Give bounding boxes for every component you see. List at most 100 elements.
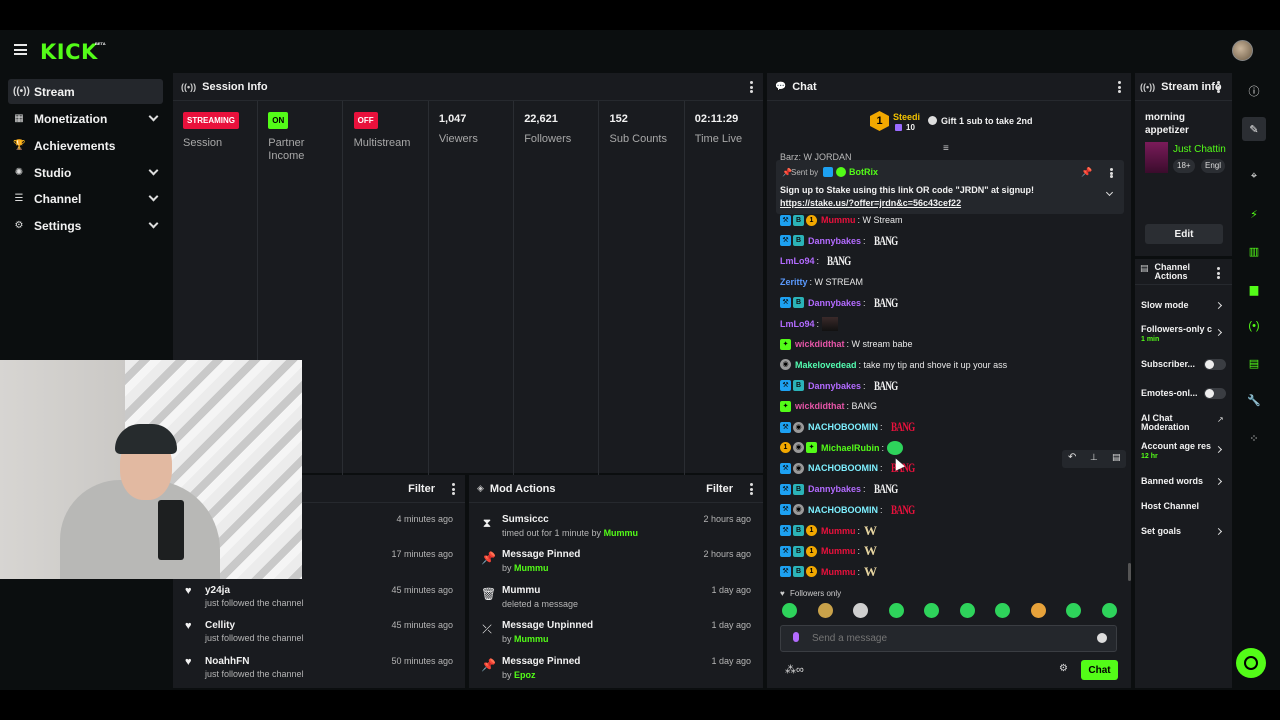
pin-message-icon[interactable]: ⊥ — [1090, 452, 1098, 463]
menu-icon[interactable] — [14, 44, 27, 55]
toggle-switch[interactable] — [1204, 359, 1226, 370]
bang-emote[interactable]: BANG — [874, 233, 898, 249]
bang-emote[interactable]: BANG — [874, 295, 898, 311]
channel-action-followers-only-c[interactable]: Followers-only c — [1141, 325, 1213, 334]
chevron-down-icon[interactable] — [148, 218, 159, 229]
user-badge-icon[interactable]: ⚒ — [780, 566, 791, 578]
chat-menu-icon[interactable] — [1118, 81, 1121, 93]
channel-action-set-goals[interactable]: Set goals — [1141, 527, 1213, 536]
quick-emote-icon[interactable] — [817, 603, 833, 618]
kick-logo[interactable]: KICK — [40, 40, 98, 64]
chat-username[interactable]: Dannybakes — [808, 298, 861, 308]
sidebar-item-achievements[interactable]: 🏆 Achievements — [8, 133, 163, 158]
user-badge-icon[interactable]: ◉ — [793, 442, 804, 454]
chat-username[interactable]: Dannybakes — [808, 484, 861, 494]
stream-info-menu-icon[interactable] — [1217, 81, 1220, 93]
pinned-menu-icon[interactable] — [1110, 168, 1113, 178]
image-emote[interactable] — [822, 316, 839, 331]
chat-username[interactable]: Zeritty — [780, 277, 808, 287]
user-badge-icon[interactable]: B — [793, 380, 804, 392]
user-badge-icon[interactable]: ◉ — [793, 462, 804, 474]
chat-icon[interactable]: ▆ — [1245, 280, 1263, 298]
user-badge-icon[interactable]: ⚒ — [780, 504, 791, 516]
sidebar-item-stream[interactable]: ((•)) Stream — [8, 79, 163, 104]
chat-scrollbar[interactable] — [1128, 563, 1131, 581]
user-badge-icon[interactable]: ⚒ — [780, 214, 791, 226]
channel-action-slow-mode[interactable]: Slow mode — [1141, 301, 1213, 310]
mod-action-title[interactable]: Message Unpinned — [502, 620, 593, 631]
edit-icon[interactable]: ✎ — [1242, 117, 1266, 141]
channel-action-subscriber[interactable]: Subscriber... — [1141, 360, 1213, 369]
wrench-icon[interactable]: 🔧 — [1245, 391, 1263, 409]
user-badge-icon[interactable]: ⚒ — [780, 297, 791, 309]
user-badge-icon[interactable]: ✦ — [780, 400, 791, 412]
bang-red-emote[interactable]: BANG — [891, 419, 915, 435]
chat-username[interactable]: LmLo94 — [780, 319, 815, 329]
user-badge-icon[interactable]: ◉ — [780, 359, 791, 371]
user-badge-icon[interactable]: B — [793, 235, 804, 247]
w-emote[interactable]: W — [864, 564, 877, 580]
user-badge-icon[interactable]: ✦ — [806, 442, 817, 454]
crosshair-icon[interactable]: ⌖ — [1245, 167, 1263, 185]
user-badge-icon[interactable]: B — [793, 483, 804, 495]
user-badge-icon[interactable]: ◉ — [793, 421, 804, 433]
reply-icon[interactable]: ↶ — [1068, 452, 1076, 463]
bang-emote[interactable]: BANG — [874, 378, 898, 394]
chat-username[interactable]: NACHOBOOMIN — [808, 422, 878, 432]
channel-action-ai-chat-moderation[interactable]: AI Chat Moderation — [1141, 414, 1213, 432]
user-badge-icon[interactable]: 1 — [806, 545, 817, 557]
category-name[interactable]: Just Chattin — [1173, 144, 1228, 155]
leaderboard-name[interactable]: Steedi — [893, 112, 920, 122]
emoji-icon[interactable] — [1097, 633, 1107, 643]
channel-action-host-channel[interactable]: Host Channel — [1141, 502, 1213, 511]
stream-tag[interactable]: 18+ — [1173, 159, 1195, 173]
mod-filter-button[interactable]: Filter — [706, 483, 733, 495]
external-link-icon[interactable]: ↗ — [1217, 415, 1224, 424]
w-emote[interactable]: W — [864, 523, 877, 539]
pinned-link[interactable]: https://stake.us/?offer=jrdn&c=56c43cef2… — [780, 198, 961, 208]
channel-action-emotes-onl[interactable]: Emotes-onl... — [1141, 389, 1213, 398]
channel-actions-menu-icon[interactable] — [1217, 267, 1220, 279]
quick-emote-icon[interactable] — [995, 603, 1010, 618]
status-badge[interactable]: OFF — [353, 112, 378, 129]
pinned-bot-name[interactable]: BotRix — [849, 167, 878, 177]
sidebar-item-settings[interactable]: ⚙ Settings — [8, 213, 163, 238]
chat-username[interactable]: LmLo94 — [780, 256, 815, 266]
quick-emote-icon[interactable] — [959, 603, 975, 618]
stream-tag[interactable]: Engl — [1201, 159, 1226, 173]
user-badge-icon[interactable]: ⚒ — [780, 421, 791, 433]
chat-filter-icon[interactable]: ≡ — [943, 143, 949, 154]
mod-menu-icon[interactable] — [750, 483, 753, 495]
pinned-pin-button[interactable]: 📌 — [1081, 167, 1092, 178]
user-badge-icon[interactable]: B — [793, 566, 804, 578]
user-badge-icon[interactable]: B — [793, 545, 804, 557]
apps-icon[interactable]: ⁘ — [1245, 429, 1263, 447]
bang-emote[interactable]: BANG — [827, 253, 851, 269]
quick-emote-icon[interactable] — [1101, 603, 1117, 618]
chevron-down-icon[interactable] — [148, 165, 159, 176]
gift-sub-link[interactable]: Gift 1 sub to take 2nd — [941, 116, 1033, 126]
user-badge-icon[interactable]: B — [793, 297, 804, 309]
moderator-name[interactable]: Mummu — [514, 634, 549, 644]
user-badge-icon[interactable]: ⚒ — [780, 380, 791, 392]
follower-name[interactable]: y24ja — [205, 585, 230, 596]
mod-action-title[interactable]: Message Pinned — [502, 549, 580, 560]
quick-emote-icon[interactable] — [888, 603, 904, 618]
status-badge[interactable]: ON — [268, 112, 289, 129]
chat-settings-icon[interactable]: ⚙ — [1059, 663, 1068, 674]
edit-stream-info-button[interactable]: Edit — [1145, 224, 1223, 244]
document-icon[interactable]: ▥ — [1245, 242, 1263, 260]
mod-action-title[interactable]: Sumsiccc — [502, 514, 549, 525]
user-badge-icon[interactable]: ◉ — [793, 504, 804, 516]
sidebar-item-studio[interactable]: ✺ Studio — [8, 160, 163, 185]
activity-menu-icon[interactable] — [452, 483, 455, 495]
chat-username[interactable]: Mummu — [821, 215, 856, 225]
chat-username[interactable]: wickdidthat — [795, 401, 845, 411]
green-emote[interactable] — [887, 440, 904, 455]
chat-username[interactable]: Mummu — [821, 567, 856, 577]
info-icon[interactable]: ⓘ — [1245, 82, 1263, 100]
chat-username[interactable]: Mummu — [821, 526, 856, 536]
user-badge-icon[interactable]: ⚒ — [780, 545, 791, 557]
chat-username[interactable]: MichaelRubin — [821, 443, 880, 453]
chat-input[interactable] — [812, 630, 1082, 647]
